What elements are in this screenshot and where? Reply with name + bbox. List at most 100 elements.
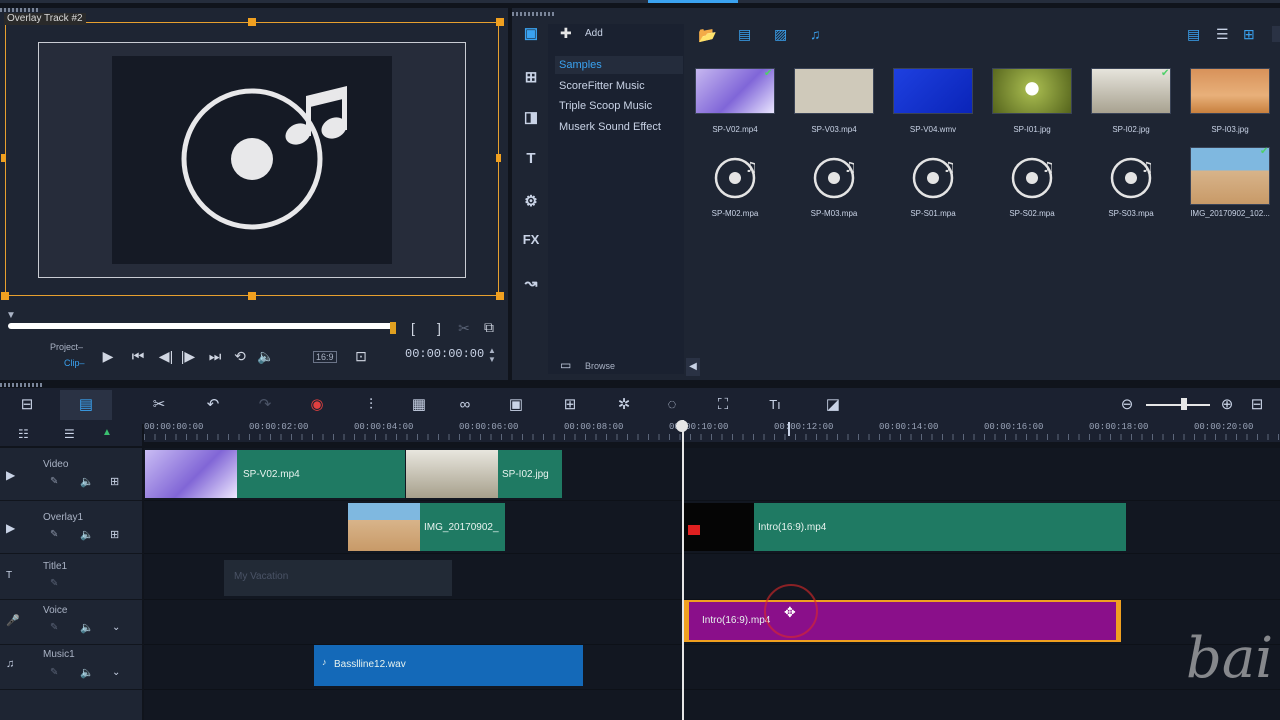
add-marker-icon[interactable]: ▲ [102,427,112,438]
motion-tracking-icon[interactable]: ∞ [452,395,478,415]
media-thumb-sp-s03[interactable]: ♫ [1091,150,1171,210]
zoom-in-icon[interactable]: ⊕ [1214,395,1240,415]
3d-title-icon[interactable]: Tı [762,395,788,415]
mute-icon[interactable]: 🔈 [80,475,94,488]
edit-icon[interactable]: ✎ [50,529,58,540]
category-triple-scoop[interactable]: Triple Scoop Music [559,100,652,112]
auto-music-icon[interactable]: ▦ [406,395,432,415]
timecode-stepper[interactable]: ▲ ▼ [488,346,496,364]
media-thumb-sp-m03[interactable]: ♫ [794,150,874,210]
media-thumb-sp-v04[interactable] [893,68,973,114]
edit-icon[interactable]: ✎ [50,622,58,633]
media-thumb-sp-i02[interactable] [1091,68,1171,114]
aspect-ratio-button[interactable]: 16:9 [313,351,337,363]
import-folder-icon[interactable]: 📂 [698,26,717,44]
mute-icon[interactable]: 🔈 [80,528,94,541]
transition-icon[interactable]: ◨ [516,108,546,126]
timeline-view-icon[interactable]: ▤ [73,395,99,415]
ripple-icon[interactable]: ⊞ [110,475,119,488]
previous-frame-icon[interactable]: ◀| [156,348,176,364]
list-view-icon[interactable]: ☰ [1216,26,1229,43]
media-thumb-sp-m02[interactable]: ♫ [695,150,775,210]
filter-icon[interactable]: FX [516,232,546,247]
resize-handle-bottom[interactable] [248,292,256,300]
zoom-slider-thumb[interactable] [1181,398,1187,410]
resolution-icon[interactable]: ⊡ [350,348,372,364]
edit-icon[interactable]: ✎ [50,578,58,589]
pan-zoom-icon[interactable]: ⛶ [710,395,736,415]
edit-icon[interactable]: ✎ [50,667,58,678]
mute-icon[interactable]: 🔈 [80,666,94,679]
resize-handle-top-right[interactable] [496,18,504,26]
play-icon[interactable]: ▶ [98,348,118,364]
zoom-preview-icon[interactable]: ⧉ [480,319,498,335]
project-mode-label[interactable]: Project– [50,342,83,352]
split-clip-icon[interactable]: ✂ [456,320,472,336]
repeat-icon[interactable]: ⟲ [230,348,250,364]
media-thumb-sp-i03[interactable] [1190,68,1270,114]
panel-grip[interactable] [0,8,40,12]
mute-icon[interactable]: 🔈 [80,621,94,634]
in-marker-icon[interactable]: ▼ [6,310,16,321]
category-scorefitter[interactable]: ScoreFitter Music [559,80,645,92]
zoom-slider[interactable] [1146,404,1210,406]
mark-out-icon[interactable]: ] [432,320,446,336]
browse-button[interactable]: Browse [585,361,615,371]
media-icon[interactable]: ▣ [516,24,546,42]
chevron-down-icon[interactable]: ⌄ [112,667,120,678]
media-thumb-sp-v03[interactable] [794,68,874,114]
clip-title-my-vacation[interactable]: My Vacation [224,560,452,596]
collapse-arrow-icon[interactable]: ◀ [686,358,700,376]
home-icon[interactable]: ⏮ [128,348,148,364]
trim-handle-right[interactable] [1116,600,1121,642]
subtitle-editor-icon[interactable]: ▣ [503,395,529,415]
resize-handle-right[interactable] [496,154,501,162]
media-thumb-sp-i01[interactable] [992,68,1072,114]
browse-icon[interactable]: ▭ [560,358,571,372]
end-icon[interactable]: ⏭ [205,348,225,364]
storyboard-view-icon[interactable]: ⊟ [14,395,40,415]
chapter-icon[interactable]: ☰ [64,427,75,441]
resize-handle-bottom-right[interactable] [496,292,504,300]
undo-icon[interactable]: ↶ [200,395,226,415]
show-audio-icon[interactable]: ♫ [810,26,821,42]
media-thumb-sp-s02[interactable]: ♫ [992,150,1072,210]
path-icon[interactable]: ↝ [516,274,546,292]
trim-handle-left[interactable] [684,600,689,642]
resize-handle-bottom-left[interactable] [1,292,9,300]
clip-video-sp-i02[interactable]: SP-I02.jpg [406,450,562,498]
clip-video-sp-v02[interactable]: SP-V02.mp4 [145,450,405,498]
add-icon[interactable]: ✚ [560,25,572,42]
fit-project-icon[interactable]: ⊟ [1244,395,1270,415]
split-screen-icon[interactable]: ◪ [820,395,846,415]
clip-overlay-img[interactable]: IMG_20170902_ [348,503,505,551]
timecode-display[interactable]: 00:00:00:00 [405,347,497,363]
mark-in-icon[interactable]: [ [406,320,420,336]
volume-icon[interactable]: 🔈 [256,348,276,364]
scrub-bar[interactable] [8,323,396,329]
resize-handle-top[interactable] [248,18,256,26]
clip-mode-label[interactable]: Clip– [64,358,85,368]
title-icon[interactable]: T [516,150,546,167]
grid-view-icon[interactable]: ⊞ [1243,26,1255,43]
multi-camera-icon[interactable]: ⊞ [557,395,583,415]
timeline-grip[interactable] [0,383,42,387]
library-options[interactable] [1272,26,1280,42]
scrub-handle[interactable] [390,322,396,334]
clip-voice-intro[interactable]: Intro(16:9).mp4 [684,600,1121,642]
category-muserk[interactable]: Muserk Sound Effect [559,121,661,133]
sound-mixer-icon[interactable]: ⫶ [358,395,384,415]
tools-icon[interactable]: ✂ [146,395,172,415]
ripple-icon[interactable]: ⊞ [110,528,119,541]
track-manager-icon[interactable]: ☷ [18,427,29,441]
time-remapping-icon[interactable]: ✲ [611,395,637,415]
chevron-down-icon[interactable]: ⌄ [112,622,120,633]
add-button[interactable]: Add [585,28,603,39]
next-frame-icon[interactable]: |▶ [178,348,198,364]
category-samples[interactable]: Samples [559,59,602,71]
show-videos-icon[interactable]: ▤ [738,26,751,43]
playhead-line[interactable] [682,420,684,720]
thumbnail-view-icon[interactable]: ▤ [1187,26,1200,43]
instant-project-icon[interactable]: ⊞ [516,68,546,86]
show-photos-icon[interactable]: ▨ [774,26,787,43]
